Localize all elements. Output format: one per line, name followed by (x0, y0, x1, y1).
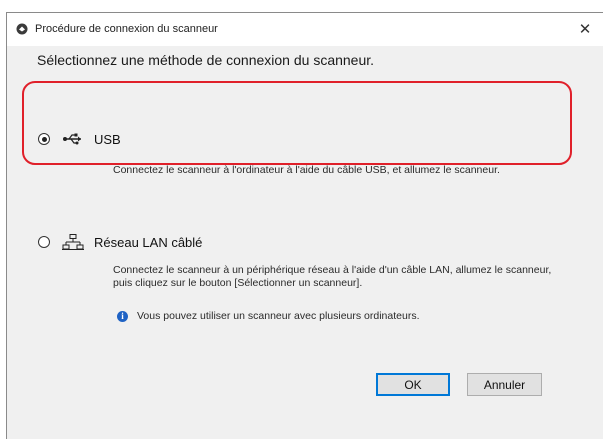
wired-lan-option[interactable]: Réseau LAN câblé (38, 234, 202, 250)
usb-label: USB (94, 131, 121, 147)
network-icon (62, 234, 84, 250)
wired-lan-label: Réseau LAN câblé (94, 234, 203, 250)
info-text: Vous pouvez utiliser un scanneur avec pl… (137, 310, 420, 322)
ok-button[interactable]: OK (376, 373, 450, 396)
close-button[interactable]: ✕ (573, 17, 597, 41)
close-icon: ✕ (578, 21, 592, 38)
scanner-app-icon (16, 23, 28, 35)
usb-description: Connectez le scanneur à l'ordinateur à l… (113, 164, 500, 176)
page-heading: Sélectionnez une méthode de connexion du… (37, 52, 375, 68)
usb-option[interactable]: USB (38, 131, 121, 147)
usb-icon (63, 133, 81, 145)
usb-radio[interactable] (38, 133, 50, 145)
info-note: i Vous pouvez utiliser un scanneur avec … (117, 310, 420, 322)
wired-lan-description: Connectez le scanneur à un périphérique … (113, 264, 552, 289)
cancel-button[interactable]: Annuler (467, 373, 542, 396)
usb-option-highlight (22, 81, 572, 165)
info-icon: i (117, 310, 128, 322)
title-bar: Procédure de connexion du scanneur ✕ (7, 13, 603, 46)
wired-lan-radio[interactable] (38, 236, 50, 248)
window-title: Procédure de connexion du scanneur (35, 23, 218, 35)
